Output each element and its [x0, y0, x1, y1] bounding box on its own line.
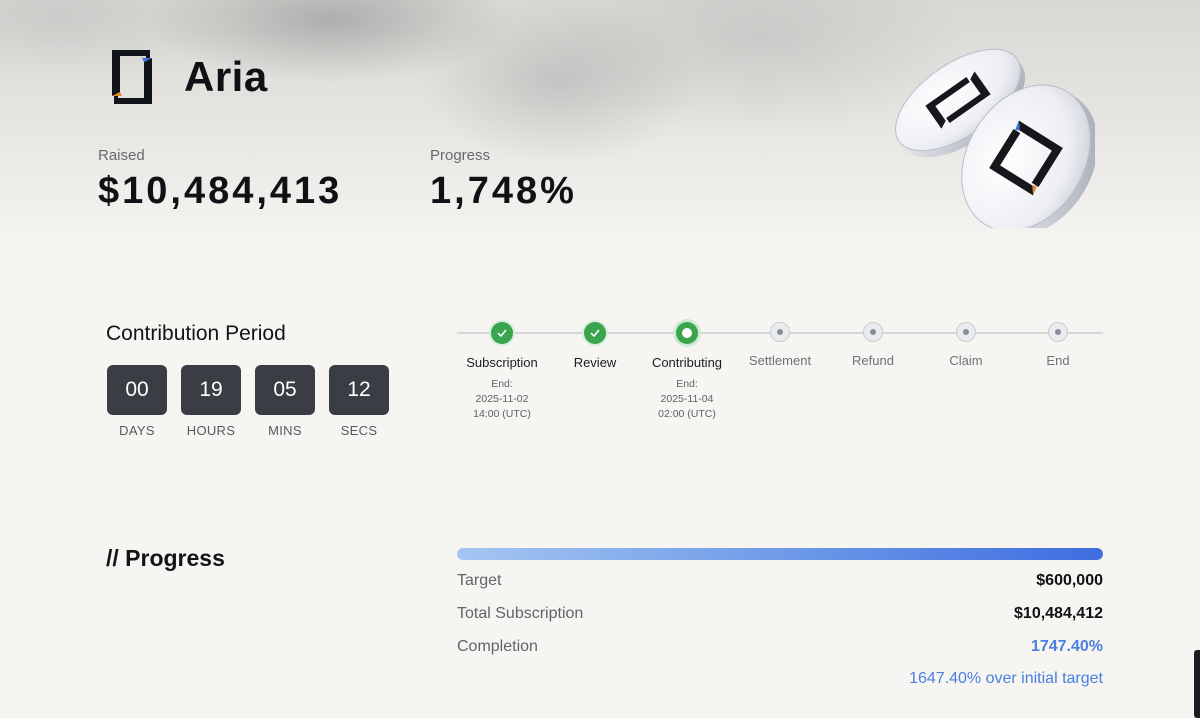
- completion-value: 1747.40%: [1030, 638, 1103, 655]
- check-icon: [584, 322, 606, 344]
- pending-step-icon: [770, 322, 790, 342]
- check-icon: [491, 322, 513, 344]
- raised-label: Raised: [98, 147, 145, 164]
- stage-end-time: 14:00 (UTC): [473, 408, 531, 420]
- countdown-days-label: DAYS: [119, 423, 155, 438]
- stage-end-date: 2025-11-04: [660, 393, 714, 405]
- countdown-days-value: 00: [107, 365, 167, 415]
- stage-end-info: End: 2025-11-04 02:00 (UTC): [627, 377, 747, 422]
- countdown-days: 00 DAYS: [107, 365, 167, 438]
- pending-step-icon: [1048, 322, 1068, 342]
- aria-logo-icon: [112, 50, 152, 104]
- countdown-timer: 00 DAYS 19 HOURS 05 MINS 12 SECS: [107, 365, 389, 438]
- subscription-row: Total Subscription $10,484,412: [457, 605, 1103, 623]
- countdown-secs-label: SECS: [340, 423, 378, 438]
- project-name: Aria: [184, 53, 268, 100]
- countdown-hours: 19 HOURS: [181, 365, 241, 438]
- active-step-icon: [676, 322, 698, 344]
- countdown-hours-label: HOURS: [186, 423, 236, 438]
- stage-end-info: End: 2025-11-02 14:00 (UTC): [442, 377, 562, 422]
- progress-value: 1,748%: [430, 170, 577, 212]
- target-value: $600,000: [1036, 572, 1103, 589]
- countdown-mins-label: MINS: [268, 423, 302, 438]
- contribution-period-title: Contribution Period: [106, 322, 286, 345]
- progress-section-title: // Progress: [106, 545, 225, 571]
- stage-end-label: End:: [491, 378, 513, 390]
- token-coins-illustration: [895, 48, 1095, 228]
- target-label: Target: [457, 572, 502, 589]
- edge-handle: [1194, 650, 1200, 718]
- stage-stepper: Subscription End: 2025-11-02 14:00 (UTC)…: [457, 318, 1103, 428]
- raised-value: $10,484,413: [98, 170, 343, 212]
- stage-end-date: 2025-11-02: [475, 393, 529, 405]
- completion-label: Completion: [457, 638, 538, 655]
- pending-step-icon: [956, 322, 976, 342]
- progress-bar-fill: [457, 548, 1103, 560]
- completion-row: Completion 1747.40%: [457, 638, 1103, 656]
- over-target-note: 1647.40% over initial target: [909, 670, 1103, 687]
- progress-bar: [457, 548, 1103, 560]
- progress-label: Progress: [430, 147, 491, 164]
- pending-step-icon: [863, 322, 883, 342]
- countdown-secs-value: 12: [329, 365, 389, 415]
- brand: Aria: [106, 46, 268, 108]
- progress-stat: Progress 1,748%: [430, 147, 577, 213]
- subscription-value: $10,484,412: [1014, 605, 1103, 622]
- raised-stat: Raised $10,484,413: [98, 147, 342, 213]
- countdown-mins: 05 MINS: [255, 365, 315, 438]
- stage-name: End: [1046, 353, 1070, 368]
- stage-end-time: 02:00 (UTC): [658, 408, 716, 420]
- page: Aria Raised $10,484,413 Progress 1,748%: [0, 0, 1200, 718]
- stage-end-label: End:: [676, 378, 698, 390]
- stage-end: End: [998, 322, 1118, 368]
- countdown-mins-value: 05: [255, 365, 315, 415]
- target-row: Target $600,000: [457, 572, 1103, 590]
- countdown-hours-value: 19: [181, 365, 241, 415]
- subscription-label: Total Subscription: [457, 605, 584, 622]
- countdown-secs: 12 SECS: [329, 365, 389, 438]
